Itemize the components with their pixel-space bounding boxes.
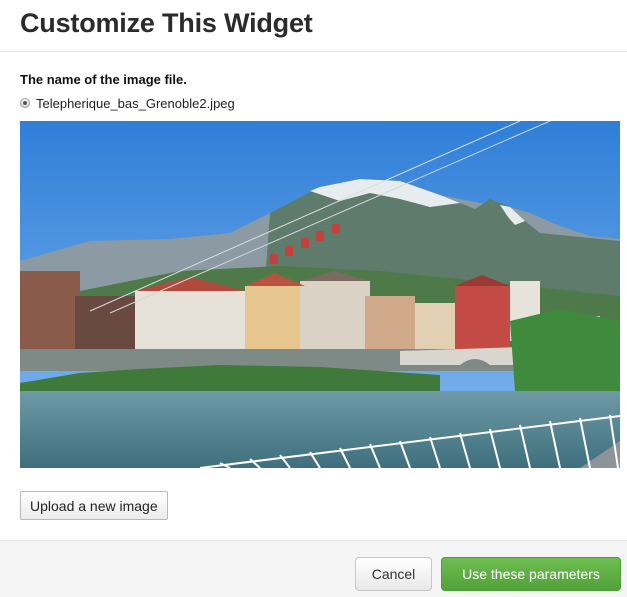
image-file-label: The name of the image file. [20, 72, 187, 87]
radio-selected-icon[interactable] [20, 98, 30, 108]
dialog-footer: Cancel Use these parameters [0, 540, 627, 597]
upload-image-button[interactable]: Upload a new image [20, 491, 168, 520]
file-name: Telepherique_bas_Grenoble2.jpeg [36, 95, 235, 111]
header-divider [0, 51, 627, 52]
file-option[interactable]: Telepherique_bas_Grenoble2.jpeg [20, 94, 235, 112]
use-parameters-button[interactable]: Use these parameters [441, 557, 621, 591]
image-preview [20, 121, 620, 468]
cancel-button[interactable]: Cancel [355, 557, 432, 591]
widget-title: Customize This Widget [20, 8, 313, 38]
river-water [20, 391, 620, 468]
